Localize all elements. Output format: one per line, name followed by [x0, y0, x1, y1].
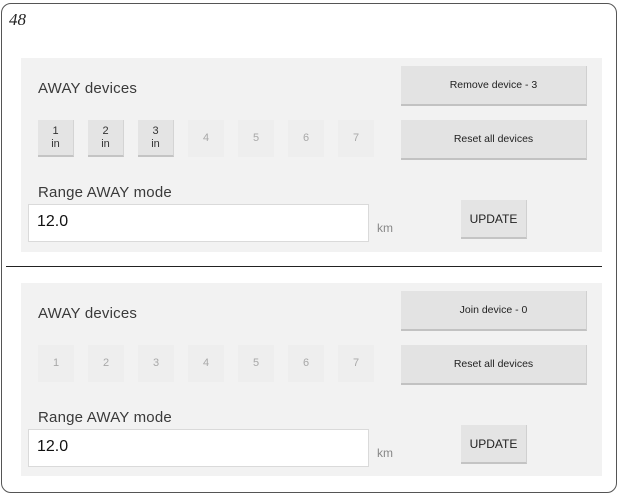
- update-button[interactable]: UPDATE: [461, 200, 527, 239]
- away-devices-label: AWAY devices: [38, 80, 138, 97]
- range-away-mode-label: Range AWAY mode: [38, 184, 172, 201]
- slot-number: 3: [152, 124, 159, 137]
- device-slot-1[interactable]: 1 in: [38, 120, 74, 157]
- device-slot-4[interactable]: 4: [188, 120, 224, 157]
- unit-label: km: [377, 446, 393, 460]
- reset-all-devices-button[interactable]: Reset all devices: [401, 345, 587, 385]
- slot-number: 6: [302, 132, 310, 144]
- device-slot-5[interactable]: 5: [238, 345, 274, 382]
- slot-number: 1: [52, 357, 60, 369]
- device-slot-1[interactable]: 1: [38, 345, 74, 382]
- device-slot-7[interactable]: 7: [338, 345, 374, 382]
- slot-number: 2: [102, 357, 110, 369]
- slot-number: 4: [202, 132, 210, 144]
- range-away-mode-label: Range AWAY mode: [38, 409, 172, 426]
- device-slot-6[interactable]: 6: [288, 120, 324, 157]
- page-number: 48: [9, 10, 26, 29]
- slot-number: 4: [202, 357, 210, 369]
- slot-number: 6: [302, 357, 310, 369]
- device-slot-5[interactable]: 5: [238, 120, 274, 157]
- slot-number: 3: [152, 357, 160, 369]
- slot-status: in: [101, 137, 110, 150]
- slot-status: in: [151, 137, 160, 150]
- away-panel-bottom: AWAY devices 1 2 3 4 5 6 7 Join device -…: [21, 283, 602, 476]
- device-slot-2[interactable]: 2 in: [88, 120, 124, 157]
- range-input[interactable]: 12.0: [28, 204, 369, 242]
- device-slot-6[interactable]: 6: [288, 345, 324, 382]
- device-slot-3[interactable]: 3: [138, 345, 174, 382]
- slot-number: 7: [352, 132, 360, 144]
- slot-number: 1: [52, 124, 59, 137]
- slot-number: 5: [252, 132, 260, 144]
- device-slot-4[interactable]: 4: [188, 345, 224, 382]
- away-devices-label: AWAY devices: [38, 305, 138, 322]
- slot-number: 5: [252, 357, 260, 369]
- device-slot-2[interactable]: 2: [88, 345, 124, 382]
- unit-label: km: [377, 221, 393, 235]
- update-button[interactable]: UPDATE: [461, 425, 527, 464]
- range-input[interactable]: 12.0: [28, 429, 369, 467]
- device-slot-7[interactable]: 7: [338, 120, 374, 157]
- away-panel-top: AWAY devices 1 in 2 in 3 in 4 5 6 7 Remove …: [21, 58, 602, 252]
- slot-status: in: [51, 137, 60, 150]
- reset-all-devices-button[interactable]: Reset all devices: [401, 120, 587, 160]
- device-slot-3[interactable]: 3 in: [138, 120, 174, 157]
- join-device-button[interactable]: Join device - 0: [401, 291, 587, 331]
- slot-number: 7: [352, 357, 360, 369]
- slot-number: 2: [102, 124, 109, 137]
- section-divider: [6, 266, 602, 267]
- remove-device-button[interactable]: Remove device - 3: [401, 66, 587, 106]
